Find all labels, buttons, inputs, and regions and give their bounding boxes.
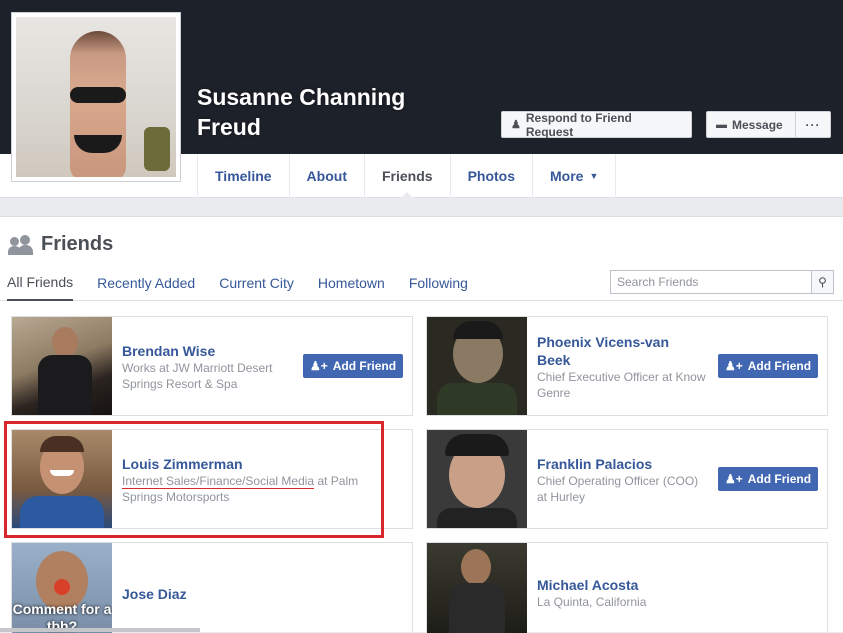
message-label: Message xyxy=(732,117,783,132)
friend-photo[interactable] xyxy=(427,543,527,633)
respond-label: Respond to Friend Request xyxy=(525,110,632,139)
friend-name[interactable]: Franklin Palacios xyxy=(537,455,698,473)
caret-down-icon: ▼ xyxy=(589,171,599,181)
friend-detail: Chief Operating Officer (COO) xyxy=(537,474,699,488)
add-person-icon: ♟+ xyxy=(724,359,743,373)
add-friend-button[interactable]: ♟+ Add Friend xyxy=(718,467,818,491)
add-friend-button[interactable]: ♟+ Add Friend xyxy=(303,354,403,378)
highlight-box xyxy=(4,421,384,538)
friend-detail: Chief Executive Officer at Know xyxy=(537,370,706,384)
friend-name[interactable]: Brendan Wise xyxy=(122,342,272,360)
friend-card: Michael Acosta La Quinta, California xyxy=(426,542,828,633)
tab-about[interactable]: About xyxy=(288,154,364,198)
add-friend-label: Add Friend xyxy=(332,359,397,373)
tab-label: About xyxy=(306,168,347,184)
friend-card: Brendan Wise Works at JW Marriott Desert… xyxy=(11,316,413,416)
respond-to-friend-request-button[interactable]: ♟ Respond to Friend Request xyxy=(501,110,692,139)
friend-detail: La Quinta, California xyxy=(537,595,647,609)
add-person-icon: ♟+ xyxy=(724,472,743,486)
friend-name-continued[interactable]: Beek xyxy=(537,351,706,369)
tab-more[interactable]: More ▼ xyxy=(532,154,617,198)
friend-photo[interactable] xyxy=(427,317,527,415)
add-friend-label: Add Friend xyxy=(747,359,812,373)
tab-friends[interactable]: Friends xyxy=(363,154,450,199)
search-icon[interactable]: ⚲ xyxy=(811,271,833,293)
message-button[interactable]: ▬ Message xyxy=(706,111,796,138)
friend-detail: Works at JW Marriott Desert xyxy=(122,361,273,375)
friend-detail: at Hurley xyxy=(537,490,586,504)
friend-name[interactable]: Michael Acosta xyxy=(537,576,646,594)
message-icon: ▬ xyxy=(716,118,727,131)
subtab-current-city[interactable]: Current City xyxy=(219,265,294,301)
friend-card: Phoenix Vicens-van Beek Chief Executive … xyxy=(426,316,828,416)
more-options-button[interactable]: ··· xyxy=(795,111,831,138)
friend-detail: Springs Resort & Spa xyxy=(122,377,238,391)
profile-name[interactable]: Susanne Channing Freud xyxy=(197,82,457,142)
tab-photos[interactable]: Photos xyxy=(449,154,532,198)
add-person-icon: ♟+ xyxy=(309,359,328,373)
tab-label: More xyxy=(550,168,584,184)
friends-header: Friends xyxy=(8,233,113,256)
friend-card: Franklin Palacios Chief Operating Office… xyxy=(426,429,828,529)
friends-title: Friends xyxy=(41,233,114,255)
friend-name[interactable]: Jose Diaz xyxy=(122,585,187,603)
horizontal-scrollbar[interactable] xyxy=(0,628,200,632)
tab-label: Photos xyxy=(467,168,516,184)
friend-photo[interactable] xyxy=(12,317,112,415)
friend-photo[interactable]: Comment for a tbh? xyxy=(12,543,112,633)
subtab-hometown[interactable]: Hometown xyxy=(318,265,385,301)
friends-icon xyxy=(8,234,34,255)
friend-photo[interactable] xyxy=(427,430,527,528)
profile-photo xyxy=(16,17,176,177)
subtab-recently-added[interactable]: Recently Added xyxy=(97,265,195,301)
subtab-all-friends[interactable]: All Friends xyxy=(7,265,74,301)
friend-card: Comment for a tbh? Jose Diaz xyxy=(11,542,413,633)
add-friend-button[interactable]: ♟+ Add Friend xyxy=(718,354,818,378)
subtab-following[interactable]: Following xyxy=(409,265,468,301)
tab-timeline[interactable]: Timeline xyxy=(197,154,289,198)
person-icon: ♟ xyxy=(511,119,521,131)
tab-label: Friends xyxy=(381,168,433,184)
add-friend-label: Add Friend xyxy=(747,472,812,486)
friend-name[interactable]: Phoenix Vicens-van xyxy=(537,333,706,351)
search-friends-input[interactable] xyxy=(611,271,811,293)
friend-detail: Genre xyxy=(537,386,571,400)
search-friends: ⚲ xyxy=(610,270,834,294)
tab-label: Timeline xyxy=(215,168,272,184)
profile-picture[interactable] xyxy=(11,12,181,182)
more-dots-icon: ··· xyxy=(805,117,821,132)
